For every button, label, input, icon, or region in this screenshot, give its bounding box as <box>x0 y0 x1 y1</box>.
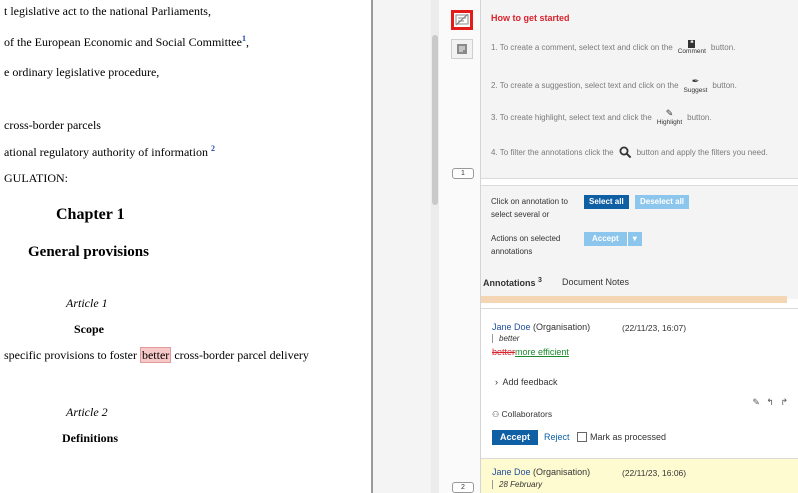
feedback-label: Add feedback <box>502 377 558 387</box>
help-step: 1. To create a comment, select text and … <box>491 40 735 55</box>
annotation-date: (22/11/23, 16:07) <box>622 323 687 333</box>
doc-text: specific provisions to foster <box>4 348 140 362</box>
help-step-text: button. <box>687 112 712 122</box>
doc-line: ational regulatory authority of informat… <box>4 144 215 160</box>
actions-label: annotations <box>491 247 533 256</box>
help-step-text: 1. To create a comment, select text and … <box>491 43 673 52</box>
selection-box: Click on annotation to select several or… <box>481 185 798 267</box>
getting-started-box: How to get started 1. To create a commen… <box>481 0 798 179</box>
help-step: 3. To create highlight, select text and … <box>491 108 712 126</box>
search-icon <box>619 146 632 159</box>
collaborators-label: Collaborators <box>501 409 553 419</box>
author-org: (Organisation) <box>533 322 591 332</box>
hide-annotations-button[interactable] <box>451 10 473 30</box>
chevron-right-icon: › <box>495 377 498 387</box>
icon-label: Comment <box>677 48 706 55</box>
selection-instruction: select several or <box>491 210 550 219</box>
doc-text: cross-border parcels <box>4 118 101 132</box>
icon-label: Highlight <box>656 119 683 126</box>
notes-button[interactable] <box>451 39 473 59</box>
mark-processed-checkbox[interactable] <box>577 432 587 442</box>
article-title: Scope <box>74 322 104 336</box>
doc-line: of the European Economic and Social Comm… <box>4 34 249 49</box>
selection-instruction: Click on annotation to <box>491 197 568 206</box>
reject-button[interactable]: Reject <box>544 432 570 442</box>
chevron-down-icon[interactable]: ▾ <box>626 232 642 246</box>
hide-annotations-icon <box>455 14 469 26</box>
annotation-date: (22/11/23, 16:06) <box>622 468 687 478</box>
help-step-text: button. <box>710 43 736 52</box>
annotation-author: Jane Doe (Organisation) <box>492 322 590 332</box>
annotation-marker[interactable]: 2 <box>452 482 474 493</box>
help-step: 4. To filter the annotations click the b… <box>491 146 768 159</box>
highlight-icon: ✎ Highlight <box>656 108 683 126</box>
help-step-text: button. <box>712 80 737 90</box>
doc-line: specific provisions to foster better cro… <box>4 347 309 363</box>
doc-text: GULATION: <box>4 171 68 185</box>
help-step-text: 2. To create a suggestion, select text a… <box>491 80 679 90</box>
author-name: Jane Doe <box>492 322 531 332</box>
deleted-text: better <box>492 347 516 357</box>
notes-icon <box>457 44 467 54</box>
scrollbar-thumb[interactable] <box>432 35 438 205</box>
annotation-quote: better <box>492 334 519 343</box>
people-icon: ⚇ <box>492 410 500 419</box>
select-all-button[interactable]: Select all <box>584 195 629 209</box>
doc-text: e ordinary legislative procedure, <box>4 65 160 79</box>
annotation-count: 3 <box>538 277 542 284</box>
annotation-panel: How to get started 1. To create a commen… <box>481 0 798 493</box>
inserted-text: more efficient <box>515 347 569 357</box>
author-name: Jane Doe <box>492 467 531 477</box>
doc-line: e ordinary legislative procedure, <box>4 65 159 80</box>
actions-label: Actions on selected <box>491 234 561 243</box>
doc-text: t legislative act to the national Parlia… <box>4 4 211 18</box>
annotation-action-icons[interactable]: ✎ ↰ ↱ <box>752 397 790 408</box>
doc-text: cross-border parcel delivery <box>171 348 309 362</box>
deselect-all-button[interactable]: Deselect all <box>635 195 690 209</box>
highlighted-text[interactable]: better <box>139 347 172 363</box>
annotation-tabs: Annotations 3 Document Notes <box>481 265 798 299</box>
accept-dropdown[interactable]: Accept ▾ <box>584 232 642 246</box>
accept-button[interactable]: Accept <box>492 430 539 445</box>
author-org: (Organisation) <box>533 467 591 477</box>
icon-label: Suggest <box>683 87 708 94</box>
document-pane: t legislative act to the national Parlia… <box>0 0 371 493</box>
gutter <box>373 0 433 493</box>
chapter-heading: Chapter 1 <box>56 206 125 223</box>
doc-text: of the European Economic and Social Comm… <box>4 35 242 49</box>
annotation-card[interactable]: Jane Doe (Organisation) (22/11/23, 16:07… <box>481 308 798 454</box>
add-feedback-link[interactable]: › Add feedback <box>495 377 558 387</box>
getting-started-title: How to get started <box>491 13 570 23</box>
help-step: 2. To create a suggestion, select text a… <box>491 76 737 94</box>
tab-label: Annotations <box>483 278 536 288</box>
doc-text: ational regulatory authority of informat… <box>4 145 211 159</box>
doc-line: t legislative act to the national Parlia… <box>4 4 211 19</box>
collaborators: ⚇ Collaborators <box>492 409 552 419</box>
mark-processed[interactable]: Mark as processed <box>577 432 666 442</box>
article-number: Article 1 <box>66 296 108 310</box>
annotation-track <box>439 0 481 493</box>
suggest-icon: ✒ Suggest <box>683 76 708 94</box>
article-number: Article 2 <box>66 405 108 419</box>
doc-line: GULATION: <box>4 171 68 186</box>
annotation-card[interactable]: Jane Doe (Organisation) (22/11/23, 16:06… <box>481 458 798 493</box>
annotation-author: Jane Doe (Organisation) <box>492 467 590 477</box>
doc-line: cross-border parcels <box>4 118 101 133</box>
annotation-quote: 28 February <box>492 480 542 489</box>
help-step-text: button and apply the filters you need. <box>636 148 768 157</box>
tab-document-notes[interactable]: Document Notes <box>562 277 629 287</box>
accept-dropdown-label: Accept <box>592 234 619 243</box>
help-step-text: 4. To filter the annotations click the <box>491 148 614 157</box>
annotation-strip <box>481 296 787 303</box>
comment-icon: ❝ Comment <box>677 40 706 55</box>
help-step-text: 3. To create highlight, select text and … <box>491 112 652 122</box>
suggested-change: bettermore efficient <box>492 347 569 357</box>
chapter-title: General provisions <box>28 244 149 260</box>
mark-processed-label: Mark as processed <box>590 432 667 442</box>
footnote-ref[interactable]: 2 <box>211 144 215 153</box>
tab-annotations[interactable]: Annotations 3 <box>483 277 542 288</box>
footnote-ref[interactable]: 1 <box>242 34 246 43</box>
annotation-marker[interactable]: 1 <box>452 168 474 179</box>
article-title: Definitions <box>62 431 119 445</box>
